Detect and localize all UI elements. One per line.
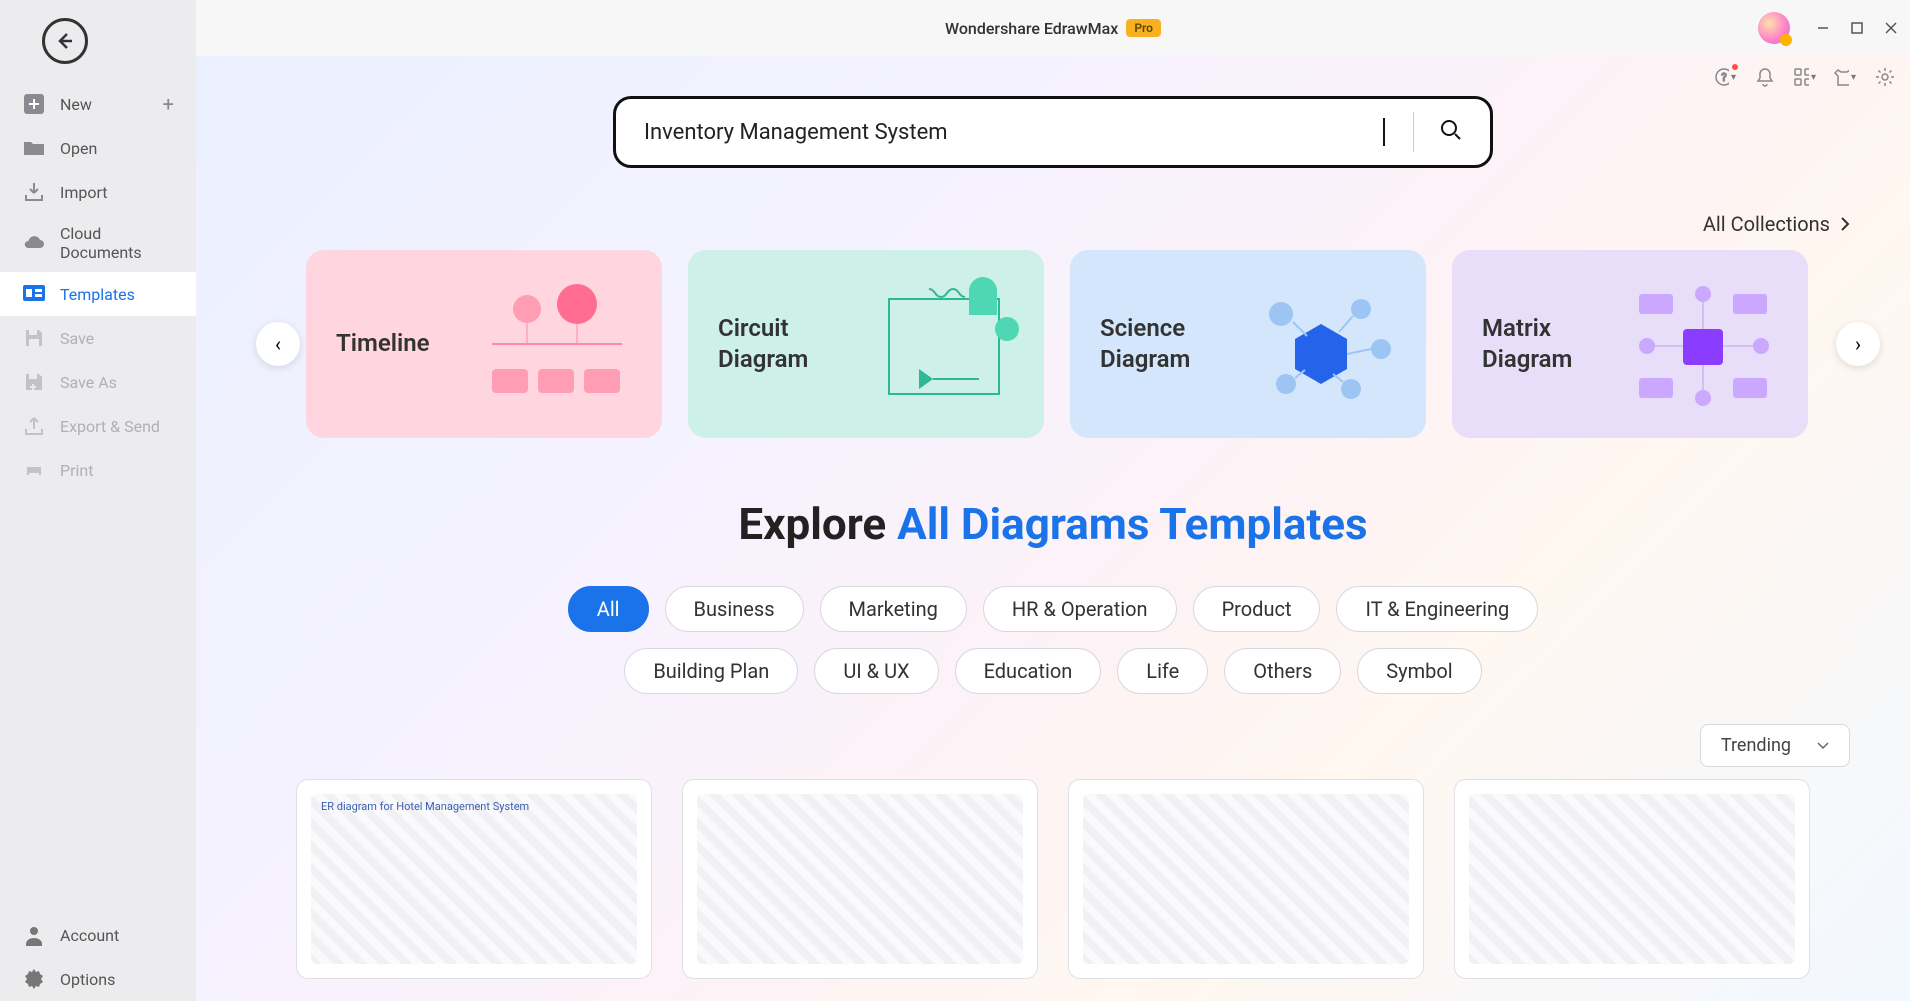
sidebar-item-open[interactable]: Open <box>0 126 196 170</box>
category-carousel: ‹ Timeline Circuit Diagram <box>196 250 1910 438</box>
import-icon <box>22 180 46 204</box>
filter-chip-marketing[interactable]: Marketing <box>820 586 967 632</box>
card-title: Timeline <box>336 328 430 359</box>
template-result-card[interactable] <box>1068 779 1424 979</box>
svg-text:?: ? <box>1721 71 1726 84</box>
settings-icon[interactable] <box>1874 66 1896 88</box>
results-grid: ER diagram for Hotel Management System <box>236 779 1870 979</box>
filter-chip-hr-operation[interactable]: HR & Operation <box>983 586 1177 632</box>
sidebar-item-options[interactable]: Options <box>0 957 196 1001</box>
shirt-icon[interactable]: ▾ <box>1834 66 1856 88</box>
circuit-illustration <box>854 250 1024 438</box>
save-as-icon <box>22 370 46 394</box>
timeline-illustration <box>472 250 642 438</box>
carousel-card-timeline[interactable]: Timeline <box>306 250 662 438</box>
export-icon <box>22 414 46 438</box>
sidebar-item-label: Export & Send <box>60 417 160 436</box>
sidebar-item-templates[interactable]: Templates <box>0 272 196 316</box>
sidebar-item-label: Options <box>60 970 115 989</box>
plus-box-icon <box>22 92 46 116</box>
template-result-card[interactable] <box>682 779 1038 979</box>
chevron-right-icon <box>1840 216 1850 232</box>
filter-chips: All Business Marketing HR & Operation Pr… <box>503 586 1603 694</box>
sidebar-item-label: Print <box>60 461 93 480</box>
pro-badge: Pro <box>1126 19 1161 37</box>
carousel-card-science-diagram[interactable]: Science Diagram <box>1070 250 1426 438</box>
sidebar-item-save[interactable]: Save <box>0 316 196 360</box>
search-input[interactable] <box>644 120 1377 145</box>
account-icon <box>22 923 46 947</box>
sidebar-item-label: Account <box>60 926 119 945</box>
sidebar-item-label: Save <box>60 329 94 348</box>
sidebar-item-label: Save As <box>60 373 117 392</box>
explore-highlight: All Diagrams Templates <box>897 498 1368 550</box>
matrix-illustration <box>1618 250 1788 438</box>
filter-chip-business[interactable]: Business <box>665 586 804 632</box>
template-result-card[interactable] <box>1454 779 1810 979</box>
filter-chip-product[interactable]: Product <box>1193 586 1321 632</box>
explore-prefix: Explore <box>738 498 897 550</box>
templates-icon <box>22 282 46 306</box>
back-button[interactable] <box>42 18 88 64</box>
close-button[interactable] <box>1882 19 1900 37</box>
sidebar-item-label: Open <box>60 139 97 158</box>
filter-chip-others[interactable]: Others <box>1224 648 1341 694</box>
filter-chip-symbol[interactable]: Symbol <box>1357 648 1481 694</box>
chevron-down-icon <box>1817 742 1829 750</box>
filter-chip-life[interactable]: Life <box>1117 648 1208 694</box>
sidebar-item-label: Import <box>60 183 108 202</box>
divider <box>1413 112 1414 152</box>
titlebar: Wondershare EdrawMax Pro <box>196 0 1910 56</box>
plus-icon[interactable]: + <box>163 92 174 116</box>
filter-chip-ui-ux[interactable]: UI & UX <box>814 648 938 694</box>
main-panel: Wondershare EdrawMax Pro ?▾ ▾ ▾ <box>196 0 1910 1001</box>
sidebar-item-account[interactable]: Account <box>0 913 196 957</box>
keyboard-shortcut-icon[interactable]: ▾ <box>1794 66 1816 88</box>
sidebar-item-cloud-documents[interactable]: Cloud Documents <box>0 214 196 272</box>
folder-icon <box>22 136 46 160</box>
sort-dropdown[interactable]: Trending <box>1700 724 1850 767</box>
print-icon <box>22 458 46 482</box>
bell-icon[interactable] <box>1754 66 1776 88</box>
filter-chip-it-engineering[interactable]: IT & Engineering <box>1336 586 1538 632</box>
sidebar-item-label: Templates <box>60 285 135 304</box>
sort-selected: Trending <box>1721 735 1791 756</box>
all-collections-link[interactable]: All Collections <box>1703 212 1850 236</box>
carousel-card-circuit-diagram[interactable]: Circuit Diagram <box>688 250 1044 438</box>
sidebar-item-import[interactable]: Import <box>0 170 196 214</box>
sidebar-item-save-as[interactable]: Save As <box>0 360 196 404</box>
sidebar-item-label: Cloud Documents <box>60 224 174 262</box>
filter-chip-building-plan[interactable]: Building Plan <box>624 648 798 694</box>
sidebar: New + Open Import Cloud Documents <box>0 0 196 1001</box>
sidebar-item-label: New <box>60 95 92 114</box>
minimize-button[interactable] <box>1814 19 1832 37</box>
gear-icon <box>22 967 46 991</box>
all-collections-label: All Collections <box>1703 212 1830 236</box>
sidebar-item-print[interactable]: Print <box>0 448 196 492</box>
help-icon[interactable]: ?▾ <box>1714 66 1736 88</box>
search-box <box>613 96 1493 168</box>
search-button[interactable] <box>1440 119 1462 145</box>
result-title: ER diagram for Hotel Management System <box>321 800 529 813</box>
carousel-next-button[interactable]: › <box>1836 322 1880 366</box>
filter-chip-all[interactable]: All <box>568 586 649 632</box>
filter-chip-education[interactable]: Education <box>955 648 1102 694</box>
save-icon <box>22 326 46 350</box>
user-avatar[interactable] <box>1758 12 1790 44</box>
template-result-card[interactable]: ER diagram for Hotel Management System <box>296 779 652 979</box>
sidebar-item-new[interactable]: New + <box>0 82 196 126</box>
carousel-card-matrix-diagram[interactable]: Matrix Diagram <box>1452 250 1808 438</box>
maximize-button[interactable] <box>1848 19 1866 37</box>
app-title: Wondershare EdrawMax <box>945 19 1118 38</box>
content-area: All Collections ‹ Timeline Circuit Diagr… <box>196 56 1910 1001</box>
explore-heading: Explore All Diagrams Templates <box>738 498 1367 550</box>
cloud-icon <box>22 231 46 255</box>
text-cursor <box>1383 118 1385 146</box>
header-toolbar: ?▾ ▾ ▾ <box>1714 66 1896 88</box>
science-illustration <box>1236 250 1406 438</box>
carousel-prev-button[interactable]: ‹ <box>256 322 300 366</box>
sidebar-item-export-send[interactable]: Export & Send <box>0 404 196 448</box>
